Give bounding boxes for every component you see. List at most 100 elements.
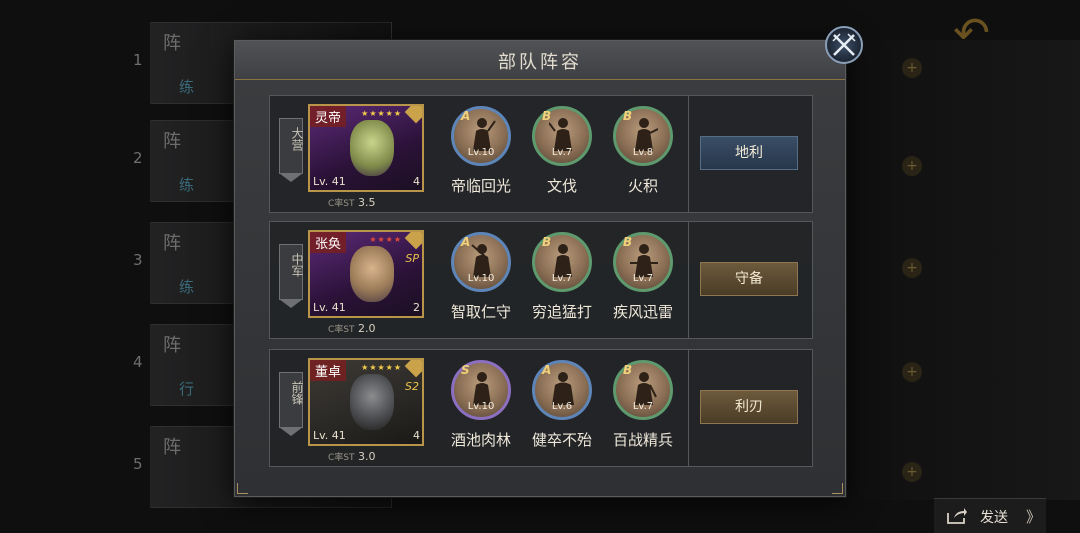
skill-name: 健卒不殆 xyxy=(531,431,592,449)
rank-badge-icon xyxy=(404,360,422,378)
skill-icon: A Lv.10 xyxy=(451,106,511,166)
skill-slot[interactable]: B Lv.7 文伐 xyxy=(529,106,595,196)
skill-icon: B Lv.7 xyxy=(532,232,592,292)
general-name: 张奂 xyxy=(310,232,347,253)
back-arrow-icon: ↶ xyxy=(953,8,990,59)
position-banner: 大营 xyxy=(279,118,304,182)
skill-icon: B Lv.7 xyxy=(613,360,673,420)
modal-title: 部队阵容 xyxy=(498,52,582,73)
skill-name: 穷追猛打 xyxy=(531,303,592,321)
skill-level: Lv.7 xyxy=(632,273,654,284)
expand-arrow-icon: 》 xyxy=(1026,508,1042,526)
terrain-button[interactable]: 守备 xyxy=(700,262,798,296)
plus-icon: + xyxy=(902,258,922,278)
general-cost: C率ST 3.5 xyxy=(328,196,376,209)
general-portrait xyxy=(350,246,394,302)
general-variant: S2 xyxy=(405,380,419,393)
warrior-silhouette-icon xyxy=(635,372,657,405)
skill-grade: A xyxy=(461,235,471,249)
skill-icon: B Lv.8 xyxy=(613,106,673,166)
team-row: 大营 灵帝 ★★★★★ Lv. 41 4 C率ST 3.5 A Lv.10 帝临… xyxy=(269,95,813,213)
skill-name: 疾风迅雷 xyxy=(612,303,673,321)
general-stars: ★★★★★ xyxy=(361,363,402,372)
warrior-silhouette-icon xyxy=(630,244,658,277)
team-row: 中军 张奂 ★★★★ SP Lv. 41 2 C率ST 2.0 A Lv.10 … xyxy=(269,221,813,339)
skill-level: Lv.7 xyxy=(551,273,573,284)
skill-level: Lv.8 xyxy=(632,147,654,158)
warrior-silhouette-icon xyxy=(473,118,496,151)
skill-name: 酒池肉林 xyxy=(450,431,511,449)
general-card[interactable]: 董卓 ★★★★★ S2 Lv. 41 4 xyxy=(308,358,424,446)
divider xyxy=(688,222,689,338)
skill-grade: B xyxy=(623,109,633,123)
skill-slot[interactable]: B Lv.8 火积 xyxy=(610,106,676,196)
general-variant: SP xyxy=(405,252,419,265)
general-level: Lv. 41 xyxy=(313,429,346,442)
rank-badge-icon xyxy=(404,106,422,124)
general-portrait xyxy=(350,374,394,430)
troop-count: 4 xyxy=(413,175,420,188)
general-card[interactable]: 张奂 ★★★★ SP Lv. 41 2 xyxy=(308,230,424,318)
plus-icon: + xyxy=(902,362,922,382)
corner-ornament xyxy=(832,483,843,494)
send-label: 发送 xyxy=(980,510,1008,526)
general-portrait xyxy=(350,120,394,176)
skill-name: 文伐 xyxy=(546,177,577,195)
skill-icon: A Lv.10 xyxy=(451,232,511,292)
skill-level: Lv.7 xyxy=(632,401,654,412)
skill-icon: A Lv.6 xyxy=(532,360,592,420)
bg-right-panel xyxy=(840,40,1080,500)
skill-level: Lv.7 xyxy=(551,147,573,158)
send-button[interactable]: 发送 》 xyxy=(934,498,1046,533)
skill-slot[interactable]: B Lv.7 百战精兵 xyxy=(610,360,676,450)
troop-count: 2 xyxy=(413,301,420,314)
skill-slot[interactable]: A Lv.10 智取仁守 xyxy=(448,232,514,322)
skill-level: Lv.10 xyxy=(467,401,495,412)
rank-badge-icon xyxy=(404,232,422,250)
position-banner: 中军 xyxy=(279,244,304,308)
general-name: 董卓 xyxy=(310,360,347,381)
team-row: 前锋 董卓 ★★★★★ S2 Lv. 41 4 C率ST 3.0 S Lv.10… xyxy=(269,349,813,467)
general-card[interactable]: 灵帝 ★★★★★ Lv. 41 4 xyxy=(308,104,424,192)
skill-slot[interactable]: B Lv.7 疾风迅雷 xyxy=(610,232,676,322)
position-label: 中军 xyxy=(290,253,304,277)
skill-grade: B xyxy=(623,363,633,377)
plus-icon: + xyxy=(902,156,922,176)
skill-grade: A xyxy=(542,363,552,377)
skill-grade: B xyxy=(542,235,552,249)
warrior-silhouette-icon xyxy=(635,118,658,151)
close-button[interactable] xyxy=(825,26,863,64)
general-cost: C率ST 3.0 xyxy=(328,450,376,463)
general-stars: ★★★★★ xyxy=(361,109,402,118)
general-stars: ★★★★ xyxy=(369,235,402,244)
skill-grade: A xyxy=(461,109,471,123)
modal-header: 部队阵容 xyxy=(235,41,845,80)
position-label: 大营 xyxy=(290,127,304,151)
plus-icon: + xyxy=(902,462,922,482)
general-name: 灵帝 xyxy=(310,106,347,127)
troop-count: 4 xyxy=(413,429,420,442)
terrain-button[interactable]: 地利 xyxy=(700,136,798,170)
skill-level: Lv.10 xyxy=(467,147,495,158)
general-level: Lv. 41 xyxy=(313,175,346,188)
skill-name: 智取仁守 xyxy=(450,303,511,321)
plus-icon: + xyxy=(902,58,922,78)
skill-slot[interactable]: A Lv.6 健卒不殆 xyxy=(529,360,595,450)
skill-name: 火积 xyxy=(627,177,658,195)
terrain-button[interactable]: 利刃 xyxy=(700,390,798,424)
skill-slot[interactable]: S Lv.10 酒池肉林 xyxy=(448,360,514,450)
share-icon xyxy=(947,508,967,524)
skill-name: 帝临回光 xyxy=(450,177,511,195)
crossed-swords-icon xyxy=(832,33,856,56)
corner-ornament xyxy=(237,483,248,494)
skill-grade: S xyxy=(461,363,470,377)
skill-slot[interactable]: A Lv.10 帝临回光 xyxy=(448,106,514,196)
warrior-silhouette-icon xyxy=(552,372,574,405)
divider xyxy=(688,350,689,466)
skill-name: 百战精兵 xyxy=(612,431,673,449)
team-lineup-modal: 部队阵容 大营 灵帝 ★★★★★ Lv. 41 4 C率ST 3.5 A Lv.… xyxy=(234,40,846,497)
skill-icon: B Lv.7 xyxy=(613,232,673,292)
divider xyxy=(688,96,689,212)
skill-icon: S Lv.10 xyxy=(451,360,511,420)
skill-slot[interactable]: B Lv.7 穷追猛打 xyxy=(529,232,595,322)
